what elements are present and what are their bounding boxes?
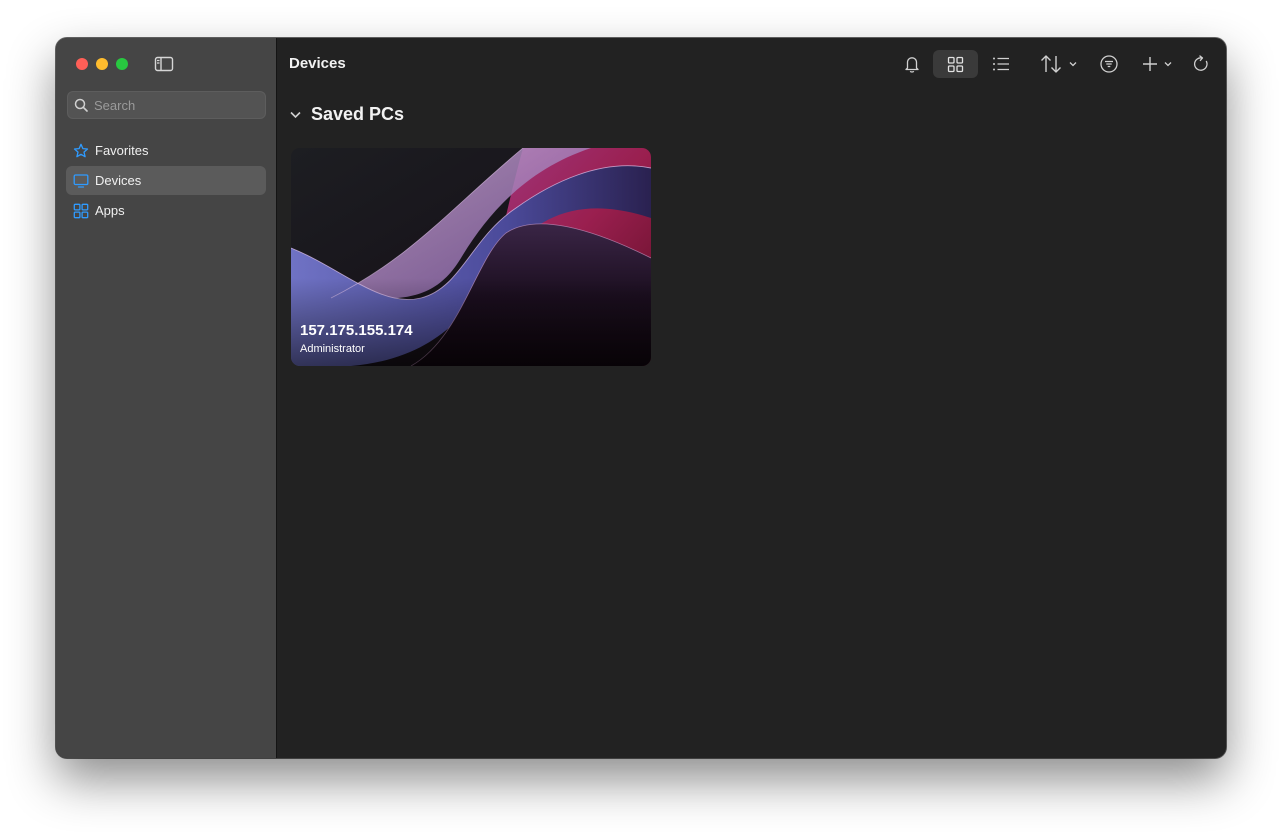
sidebar-item-label: Apps	[95, 203, 125, 218]
chevron-down-icon	[1164, 62, 1172, 67]
grid-view-icon	[947, 56, 964, 73]
minimize-window-button[interactable]	[96, 58, 108, 70]
section-title: Saved PCs	[311, 104, 405, 124]
sidebar-item-label: Favorites	[95, 143, 149, 158]
monitor-icon	[73, 174, 89, 188]
star-icon	[73, 143, 89, 158]
search-icon	[74, 98, 88, 112]
maximize-window-button[interactable]	[116, 58, 128, 70]
add-menu-button[interactable]	[1138, 50, 1174, 78]
sidebar-item-apps[interactable]: Apps	[66, 196, 266, 225]
refresh-button[interactable]	[1188, 50, 1214, 78]
pc-username: Administrator	[300, 343, 365, 355]
sort-menu-button[interactable]	[1037, 50, 1079, 78]
search-input[interactable]	[94, 94, 259, 116]
apps-icon	[73, 203, 89, 219]
close-window-button[interactable]	[76, 58, 88, 70]
sidebar-item-devices[interactable]: Devices	[66, 166, 266, 195]
pc-hostname: 157.175.155.174	[300, 322, 413, 339]
chevron-down-icon	[290, 111, 301, 119]
notifications-button[interactable]	[899, 50, 925, 78]
filter-icon	[1100, 55, 1118, 73]
bell-icon	[905, 57, 919, 73]
page-title: Devices	[289, 55, 346, 72]
sidebar-item-label: Devices	[95, 173, 142, 188]
refresh-icon	[1193, 55, 1208, 71]
main-content: Devices Saved PCs 157.175.155.174 Admini…	[277, 38, 1226, 758]
filter-button[interactable]	[1096, 50, 1122, 78]
search-field[interactable]	[67, 91, 266, 119]
app-window: Favorites Devices Apps Devices	[56, 38, 1226, 758]
sidebar: Favorites Devices Apps	[56, 38, 277, 758]
list-view-icon	[993, 57, 1009, 71]
sidebar-item-favorites[interactable]: Favorites	[66, 136, 266, 165]
grid-view-button[interactable]	[933, 50, 978, 78]
list-view-button[interactable]	[987, 50, 1017, 78]
sort-icon	[1041, 55, 1061, 73]
chevron-down-icon	[1069, 62, 1077, 67]
pc-card[interactable]: 157.175.155.174 Administrator	[291, 148, 651, 366]
sidebar-toggle-icon[interactable]	[154, 55, 174, 73]
plus-icon	[1143, 57, 1157, 71]
